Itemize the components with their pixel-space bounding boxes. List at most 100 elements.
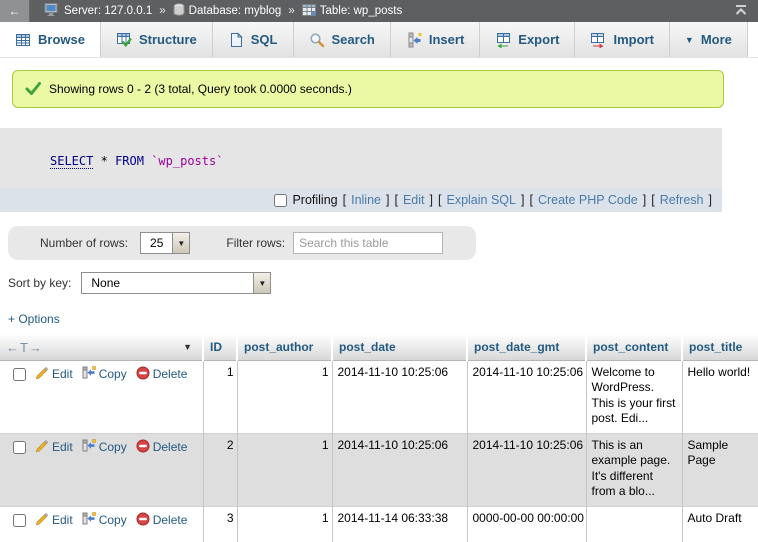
bracket: ]: [643, 193, 646, 207]
success-message-text: Showing rows 0 - 2 (3 total, Query took …: [49, 82, 352, 96]
cell-post-content: This is an example page. It's different …: [586, 433, 682, 506]
tab-sql[interactable]: SQL: [213, 22, 294, 57]
breadcrumb-server[interactable]: Server: 127.0.0.1: [44, 3, 152, 19]
filter-rows-input[interactable]: [293, 232, 443, 254]
copy-row-link[interactable]: Copy: [82, 366, 127, 384]
column-header-post-author: post_author: [237, 335, 332, 360]
breadcrumb-server-label: Server: 127.0.0.1: [64, 5, 152, 17]
edit-label: Edit: [52, 513, 73, 529]
bracket: [: [651, 193, 654, 207]
row-select-checkbox[interactable]: [13, 514, 26, 527]
pencil-icon: [35, 366, 49, 385]
tab-export-label: Export: [518, 32, 559, 47]
success-message: Showing rows 0 - 2 (3 total, Query took …: [12, 70, 724, 108]
column-header-post-title: post_title: [682, 335, 758, 360]
cell-post-date: 2014-11-14 06:33:38: [332, 506, 467, 542]
cell-post-date-gmt: 0000-00-00 00:00:00: [467, 506, 586, 542]
cell-id: 1: [203, 360, 237, 433]
collapse-topmenu-button[interactable]: [724, 3, 758, 19]
edit-row-link[interactable]: Edit: [35, 512, 73, 531]
sort-by-post-author-link[interactable]: post_author: [244, 340, 313, 354]
cell-post-date: 2014-11-10 10:25:06: [332, 360, 467, 433]
sql-keyword-select[interactable]: SELECT: [50, 154, 93, 169]
number-of-rows-label: Number of rows:: [40, 236, 128, 250]
filter-rows-label: Filter rows:: [226, 236, 285, 250]
table-row: Edit Copy Delete 3 1 2014-11-14 06:33:38…: [0, 506, 758, 542]
export-icon: [495, 32, 511, 48]
tab-search[interactable]: Search: [294, 22, 391, 57]
bracket: [: [394, 193, 397, 207]
rows-per-page-select[interactable]: 25 ▼: [140, 232, 190, 254]
edit-row-link[interactable]: Edit: [35, 439, 73, 458]
sql-keyword-from: FROM: [115, 154, 144, 168]
tab-import-label: Import: [613, 32, 653, 47]
delete-row-link[interactable]: Delete: [136, 512, 188, 531]
copy-label: Copy: [99, 513, 127, 529]
back-arrow-icon: ←: [9, 4, 21, 18]
create-php-code-link[interactable]: Create PHP Code: [538, 193, 638, 207]
sort-by-post-content-link[interactable]: post_content: [593, 340, 668, 354]
tab-insert[interactable]: Insert: [391, 22, 480, 57]
breadcrumb-database[interactable]: Database: myblog: [173, 3, 282, 19]
cell-post-date-gmt: 2014-11-10 10:25:06: [467, 433, 586, 506]
breadcrumb-database-label: Database: myblog: [189, 5, 282, 17]
tab-export[interactable]: Export: [480, 22, 575, 57]
cell-post-content: Welcome to WordPress. This is your first…: [586, 360, 682, 433]
tab-structure-label: Structure: [139, 32, 197, 47]
table-row: Edit Copy Delete 1 1 2014-11-10 10:25:06…: [0, 360, 758, 433]
copy-icon: [82, 366, 96, 384]
table-icon: [302, 4, 316, 19]
back-button[interactable]: ←: [0, 0, 30, 22]
actions-column-header: ←T→ ▼: [0, 335, 203, 360]
sort-key-select[interactable]: None ▼: [81, 272, 271, 294]
copy-icon: [82, 439, 96, 457]
sort-by-post-date-link[interactable]: post_date: [339, 340, 396, 354]
row-select-checkbox[interactable]: [13, 441, 26, 454]
bracket: ]: [709, 193, 712, 207]
server-icon: [44, 3, 60, 19]
delete-row-link[interactable]: Delete: [136, 439, 188, 458]
column-header-id: ID: [203, 335, 237, 360]
tab-import[interactable]: Import: [575, 22, 669, 57]
refresh-link[interactable]: Refresh: [660, 193, 704, 207]
collapse-icon: [733, 3, 749, 19]
browse-icon: [15, 32, 31, 48]
breadcrumb-table[interactable]: Table: wp_posts: [302, 4, 402, 19]
column-reorder-icon[interactable]: ←T→: [6, 340, 43, 355]
delete-row-link[interactable]: Delete: [136, 366, 188, 385]
sort-by-post-date-gmt-link[interactable]: post_date_gmt: [474, 340, 559, 354]
delete-icon: [136, 366, 150, 385]
breadcrumb-table-label: Table: wp_posts: [320, 5, 402, 17]
bracket: ]: [386, 193, 389, 207]
chevron-down-icon: ▼: [685, 35, 694, 45]
delete-icon: [136, 439, 150, 458]
copy-row-link[interactable]: Copy: [82, 439, 127, 457]
cell-post-author: 1: [237, 433, 332, 506]
tab-browse[interactable]: Browse: [0, 22, 101, 57]
copy-icon: [82, 512, 96, 530]
database-icon: [173, 3, 185, 19]
edit-row-link[interactable]: Edit: [35, 366, 73, 385]
options-toggle-link[interactable]: + Options: [8, 312, 60, 326]
sort-by-id-link[interactable]: ID: [210, 340, 222, 354]
edit-query-link[interactable]: Edit: [403, 193, 425, 207]
cell-post-content: [586, 506, 682, 542]
profiling-checkbox[interactable]: [274, 194, 287, 207]
sort-by-post-title-link[interactable]: post_title: [689, 340, 742, 354]
sql-star: *: [101, 154, 108, 168]
table-row: Edit Copy Delete 2 1 2014-11-10 10:25:06…: [0, 433, 758, 506]
cell-post-title: Auto Draft: [682, 506, 758, 542]
delete-label: Delete: [153, 513, 188, 529]
sort-key-value: None: [82, 273, 253, 293]
tab-structure[interactable]: Structure: [101, 22, 213, 57]
explain-sql-link[interactable]: Explain SQL: [446, 193, 515, 207]
tab-more[interactable]: ▼ More: [670, 22, 748, 57]
copy-row-link[interactable]: Copy: [82, 512, 127, 530]
row-actions-cell: Edit Copy Delete: [0, 506, 203, 542]
bracket: ]: [521, 193, 524, 207]
sort-by-key-label: Sort by key:: [8, 276, 71, 290]
inline-link[interactable]: Inline: [351, 193, 381, 207]
row-select-checkbox[interactable]: [13, 368, 26, 381]
actions-menu-caret-icon[interactable]: ▼: [183, 342, 196, 352]
delete-icon: [136, 512, 150, 531]
